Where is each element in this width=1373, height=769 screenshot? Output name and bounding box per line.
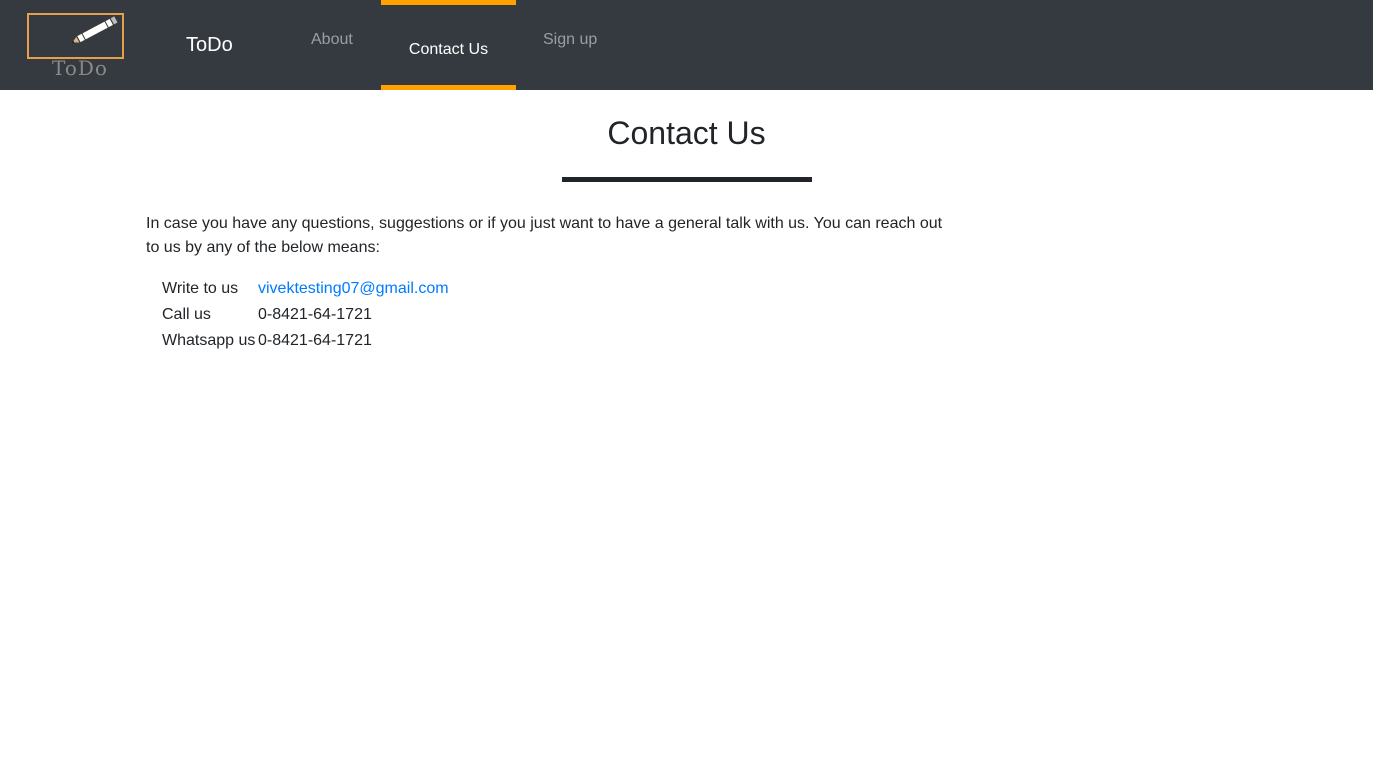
intro-text: In case you have any questions, suggesti…: [146, 215, 943, 256]
whatsapp-number: 0-8421-64-1721: [258, 332, 372, 349]
navbar-brand[interactable]: ToDo: [186, 34, 233, 57]
navbar: ToDo ToDo About Contact Us Sign up: [0, 0, 1373, 90]
nav-link-about[interactable]: About: [311, 0, 353, 90]
contact-label: Write to us: [162, 280, 239, 297]
phone-number: 0-8421-64-1721: [258, 306, 372, 323]
contact-value: vivektesting07@gmail.com: [258, 276, 449, 302]
logo[interactable]: ToDo: [26, 12, 126, 80]
contact-row-call: Call us 0-8421-64-1721: [162, 302, 449, 328]
contact-label: Whatsapp us: [162, 332, 256, 349]
nav-link-contact-us[interactable]: Contact Us: [381, 0, 516, 90]
logo-text: ToDo: [52, 56, 108, 80]
contact-row-email: Write to us vivektesting07@gmail.com: [162, 276, 449, 302]
email-link[interactable]: vivektesting07@gmail.com: [258, 280, 449, 297]
title-underline: [562, 177, 812, 182]
contact-table: Write to us vivektesting07@gmail.com Cal…: [162, 276, 449, 354]
pencil-icon: [70, 15, 119, 44]
page-title: Contact Us: [607, 115, 766, 151]
contact-row-whatsapp: Whatsapp us 0-8421-64-1721: [162, 328, 449, 354]
nav-link-sign-up[interactable]: Sign up: [543, 0, 597, 90]
contact-label: Call us: [162, 306, 211, 323]
